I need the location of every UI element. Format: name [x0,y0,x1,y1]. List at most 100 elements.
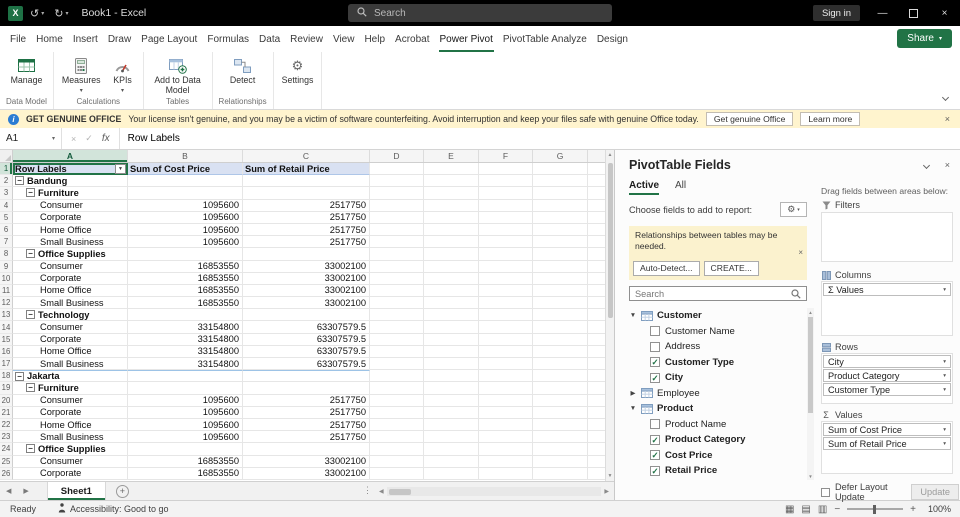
cell-A18[interactable]: − Jakarta [13,370,128,383]
cell-A7[interactable]: Small Business [13,236,128,249]
cell-D13[interactable] [370,309,424,322]
area-field-chip-sum-of-retail-price[interactable]: Sum of Retail Price ▾ [823,437,951,450]
insert-function-icon[interactable]: fx [102,133,110,144]
auto-detect-button[interactable]: Auto-Detect... [633,260,700,276]
cell-F4[interactable] [479,199,533,212]
cell-C15[interactable]: 63307579.5 [243,333,370,346]
row-header-4[interactable]: 4 [0,199,13,212]
cell-G3[interactable] [533,187,588,200]
column-header-g[interactable]: G [533,150,588,162]
field-checkbox[interactable] [650,341,660,352]
cell-D22[interactable] [370,418,424,432]
cell-F13[interactable] [479,309,533,322]
collapse-button[interactable]: − [26,249,35,259]
cell-A22[interactable]: Home Office [13,418,128,432]
cell-G20[interactable] [533,394,588,407]
cell-E13[interactable] [424,309,479,322]
zoom-out-button[interactable]: − [834,504,840,515]
columns-area[interactable]: Σ Values ▾ [821,281,953,336]
cell-F21[interactable] [479,406,533,419]
cell-F9[interactable] [479,260,533,273]
sheet-nav-right-icon[interactable]: ▶ [17,487,34,495]
cell-E4[interactable] [424,199,479,212]
collapse-ribbon-button[interactable] [941,87,950,105]
cell-B1[interactable]: Sum of Cost Price [128,163,243,176]
field-table-employee[interactable]: ▶ Employee [629,386,805,402]
cell-E1[interactable] [424,163,479,176]
restore-button[interactable] [898,0,929,26]
field-item-customer-name[interactable]: Customer Name [629,324,805,340]
cell-E7[interactable] [424,236,479,249]
field-checkbox[interactable]: ✓ [650,450,660,461]
rows-area[interactable]: City ▾ Product Category ▾ Customer Type ▾ [821,353,953,404]
cell-F25[interactable] [479,455,533,468]
cell-B17[interactable]: 33154800 [128,358,243,371]
row-header-23[interactable]: 23 [0,431,13,444]
cell-G5[interactable] [533,211,588,224]
cell-C2[interactable] [243,175,370,188]
cell-C12[interactable]: 33002100 [243,297,370,310]
row-header-20[interactable]: 20 [0,394,13,407]
cell-C25[interactable]: 33002100 [243,455,370,468]
cell-B7[interactable]: 1095600 [128,236,243,249]
field-item-cost-price[interactable]: ✓ Cost Price [629,448,805,464]
cell-B26[interactable]: 16853550 [128,467,243,480]
cell-F10[interactable] [479,272,533,285]
cell-B23[interactable]: 1095600 [128,431,243,444]
cell-C1[interactable]: Sum of Retail Price [243,163,370,176]
ribbon-tab-file[interactable]: File [5,26,31,52]
field-list-scrollbar[interactable]: ▲ ▼ [807,308,814,480]
ribbon-tab-view[interactable]: View [328,26,360,52]
cell-E6[interactable] [424,223,479,237]
zoom-slider[interactable] [847,504,904,514]
cell-G18[interactable] [533,370,588,383]
update-button[interactable]: Update [911,484,959,500]
horizontal-scrollbar[interactable]: ◀ ▶ [379,485,609,498]
cell-D25[interactable] [370,455,424,468]
cell-E8[interactable] [424,248,479,261]
field-list-scrollbar-thumb[interactable] [808,317,813,413]
cell-D18[interactable] [370,370,424,383]
cell-G17[interactable] [533,358,588,371]
cell-B4[interactable]: 1095600 [128,199,243,212]
ribbon-tab-data[interactable]: Data [254,26,285,52]
cell-E11[interactable] [424,284,479,298]
row-header-10[interactable]: 10 [0,272,13,285]
select-all-corner[interactable] [0,150,13,162]
cell-D2[interactable] [370,175,424,188]
cell-G8[interactable] [533,248,588,261]
cell-C18[interactable] [243,370,370,383]
cell-G19[interactable] [533,382,588,395]
cell-G16[interactable] [533,345,588,358]
cell-F23[interactable] [479,431,533,444]
cell-D1[interactable] [370,163,424,176]
cell-A2[interactable]: − Bandung [13,175,128,188]
field-checkbox[interactable]: ✓ [650,434,660,445]
cell-F7[interactable] [479,236,533,249]
collapse-triangle-icon[interactable]: ▼ [629,405,637,412]
field-checkbox[interactable]: ✓ [650,465,660,476]
cell-B5[interactable]: 1095600 [128,211,243,224]
sheet-tab-sheet1[interactable]: Sheet1 [46,482,106,500]
cell-D19[interactable] [370,382,424,395]
row-header-15[interactable]: 15 [0,333,13,346]
cell-C6[interactable]: 2517750 [243,223,370,237]
cell-B19[interactable] [128,382,243,395]
row-header-21[interactable]: 21 [0,406,13,419]
undo-button[interactable]: ↺ ▾ [27,7,47,20]
cell-F15[interactable] [479,333,533,346]
cell-E5[interactable] [424,211,479,224]
row-header-26[interactable]: 26 [0,467,13,480]
cell-A19[interactable]: − Furniture [13,382,128,395]
cell-G13[interactable] [533,309,588,322]
cell-F20[interactable] [479,394,533,407]
column-header-b[interactable]: B [128,150,243,162]
cell-G14[interactable] [533,321,588,334]
row-header-11[interactable]: 11 [0,284,13,298]
cell-G1[interactable] [533,163,588,176]
ribbon-tab-insert[interactable]: Insert [68,26,103,52]
redo-button[interactable]: ↻ ▾ [51,7,71,20]
cell-D14[interactable] [370,321,424,334]
horizontal-scrollbar-thumb[interactable] [388,488,411,495]
collapse-button[interactable]: − [26,188,35,198]
